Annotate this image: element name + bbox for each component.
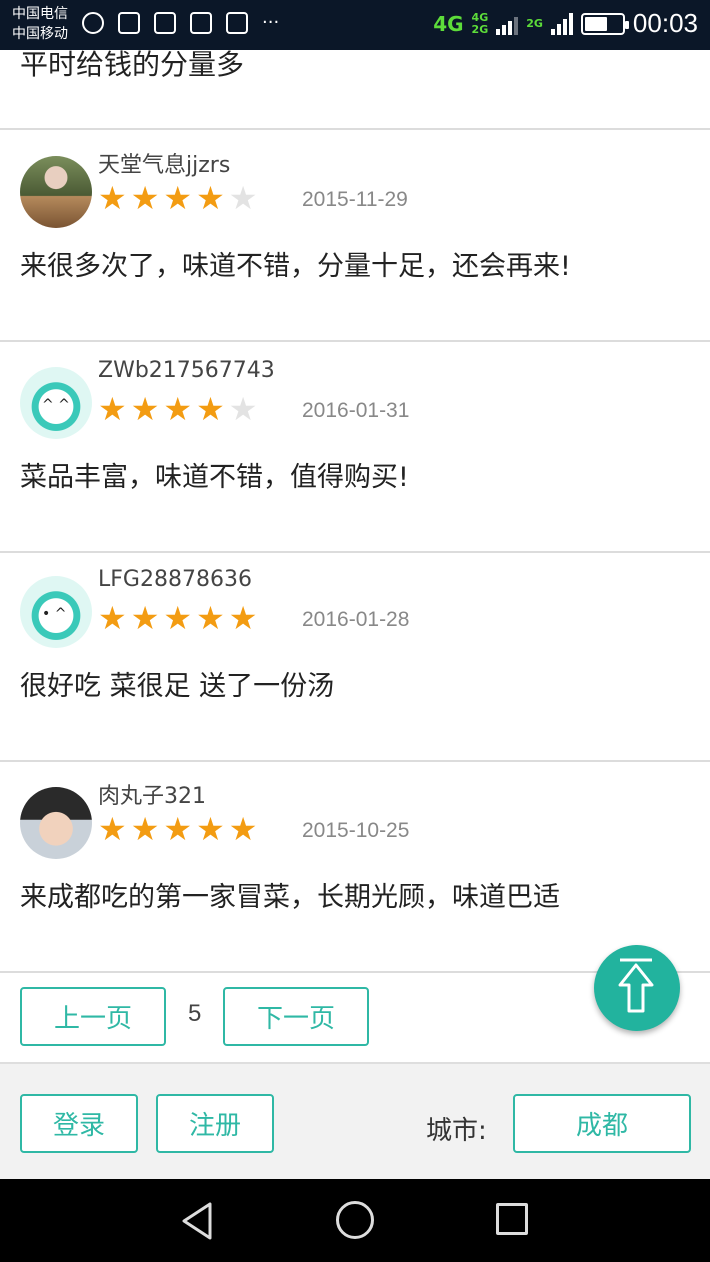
carrier-info: 中国电信 中国移动 bbox=[12, 4, 68, 44]
message-icon bbox=[118, 12, 140, 34]
star-icon: ★ bbox=[98, 599, 127, 637]
star-icon: ★ bbox=[130, 599, 160, 637]
battery-icon bbox=[580, 12, 629, 35]
signal-icon bbox=[496, 13, 519, 35]
emoji-icon bbox=[82, 12, 104, 34]
sim2-network-label: 2G bbox=[471, 22, 489, 36]
avatar bbox=[20, 787, 92, 859]
avatar bbox=[20, 156, 92, 228]
star-icon: ★ bbox=[228, 599, 258, 637]
clock: 00:03 bbox=[632, 8, 698, 38]
city-select-button[interactable]: 成都 bbox=[513, 1094, 691, 1153]
star-icon: ★ bbox=[196, 179, 225, 217]
login-button[interactable]: 登录 bbox=[20, 1094, 138, 1153]
review-username: LFG28878636 bbox=[98, 567, 252, 592]
rating-stars: ★ ★ ★ ★ ★ bbox=[98, 812, 257, 846]
star-icon: ★ bbox=[196, 810, 225, 848]
rating-stars: ★ ★ ★ ★ ★ bbox=[98, 392, 257, 426]
review-username: 肉丸子321 bbox=[98, 784, 206, 809]
star-icon: ★ bbox=[130, 390, 160, 428]
review-comment: 很好吃 菜很足 送了一份汤 bbox=[20, 671, 335, 702]
mascot-face-icon: ^ ^ bbox=[42, 397, 70, 413]
review-item: ^ ^ ZWb217567743 ★ ★ ★ ★ ★ 2016-01-31 菜品… bbox=[0, 342, 710, 553]
carrier-2: 中国移动 bbox=[12, 26, 68, 42]
network-4g-label: 4G bbox=[433, 11, 464, 36]
review-comment: 来成都吃的第一家冒菜，长期光顾，味道巴适 bbox=[20, 882, 560, 913]
review-comment: 菜品丰富，味道不错，值得购买! bbox=[20, 462, 409, 493]
register-button[interactable]: 注册 bbox=[156, 1094, 274, 1153]
review-item: • ^ LFG28878636 ★ ★ ★ ★ ★ 2016-01-28 很好吃… bbox=[0, 551, 710, 762]
review-username: ZWb217567743 bbox=[98, 358, 275, 383]
star-icon: ★ bbox=[163, 179, 193, 217]
keyboard-icon bbox=[226, 12, 248, 34]
recent-apps-icon[interactable] bbox=[496, 1203, 528, 1235]
sim1-network-label: 4G bbox=[471, 10, 489, 24]
star-empty-icon: ★ bbox=[228, 390, 258, 428]
more-notifications-icon: ··· bbox=[262, 12, 280, 33]
review-date: 2015-11-29 bbox=[302, 188, 408, 211]
star-icon: ★ bbox=[163, 810, 193, 848]
status-bar: 中国电信 中国移动 ··· 4G 4G 2G 2G 00:03 bbox=[0, 0, 710, 50]
star-icon: ★ bbox=[163, 390, 193, 428]
carrier-1: 中国电信 bbox=[12, 6, 68, 22]
navigation-bar bbox=[0, 1179, 710, 1262]
image-icon bbox=[190, 12, 212, 34]
star-icon: ★ bbox=[98, 810, 127, 848]
avatar: ^ ^ bbox=[20, 367, 92, 439]
rating-stars: ★ ★ ★ ★ ★ bbox=[98, 181, 257, 215]
arrow-up-icon bbox=[618, 958, 654, 1013]
star-icon: ★ bbox=[196, 390, 225, 428]
notification-icons: ··· bbox=[82, 12, 279, 34]
review-date: 2016-01-28 bbox=[302, 608, 410, 631]
back-icon[interactable] bbox=[180, 1201, 214, 1241]
city-label: 城市: bbox=[426, 1116, 487, 1146]
footer-bar: 登录 注册 城市: 成都 bbox=[0, 1062, 710, 1179]
star-empty-icon: ★ bbox=[228, 179, 258, 217]
review-date: 2016-01-31 bbox=[302, 399, 410, 422]
next-page-button[interactable]: 下一页 bbox=[223, 987, 369, 1046]
system-indicators: 4G 4G 2G 2G 00:03 bbox=[433, 8, 698, 39]
star-icon: ★ bbox=[196, 599, 225, 637]
back-to-top-button[interactable] bbox=[594, 945, 680, 1031]
sim2-2g-label: 2G bbox=[526, 16, 543, 30]
review-item-partial: 平时给钱的分量多 bbox=[0, 50, 710, 130]
avatar: • ^ bbox=[20, 576, 92, 648]
star-icon: ★ bbox=[163, 599, 193, 637]
review-comment: 来很多次了，味道不错，分量十足，还会再来! bbox=[20, 251, 571, 282]
mascot-face-icon: • ^ bbox=[42, 606, 67, 622]
review-item: 肉丸子321 ★ ★ ★ ★ ★ 2015-10-25 来成都吃的第一家冒菜，长… bbox=[0, 762, 710, 973]
home-icon[interactable] bbox=[336, 1201, 374, 1239]
review-item: 天堂气息jjzrs ★ ★ ★ ★ ★ 2015-11-29 来很多次了，味道不… bbox=[0, 131, 710, 342]
star-icon: ★ bbox=[98, 390, 127, 428]
review-date: 2015-10-25 bbox=[302, 819, 410, 842]
star-icon: ★ bbox=[130, 810, 160, 848]
star-icon: ★ bbox=[130, 179, 160, 217]
dual-sim-network: 4G 2G bbox=[471, 10, 489, 36]
star-icon: ★ bbox=[98, 179, 127, 217]
current-page-number: 5 bbox=[188, 1000, 202, 1027]
review-comment: 平时给钱的分量多 bbox=[20, 48, 245, 81]
upload-icon bbox=[154, 12, 176, 34]
review-username: 天堂气息jjzrs bbox=[98, 153, 231, 178]
star-icon: ★ bbox=[228, 810, 258, 848]
prev-page-button[interactable]: 上一页 bbox=[20, 987, 166, 1046]
signal-strength-icon bbox=[550, 12, 573, 35]
rating-stars: ★ ★ ★ ★ ★ bbox=[98, 601, 257, 635]
